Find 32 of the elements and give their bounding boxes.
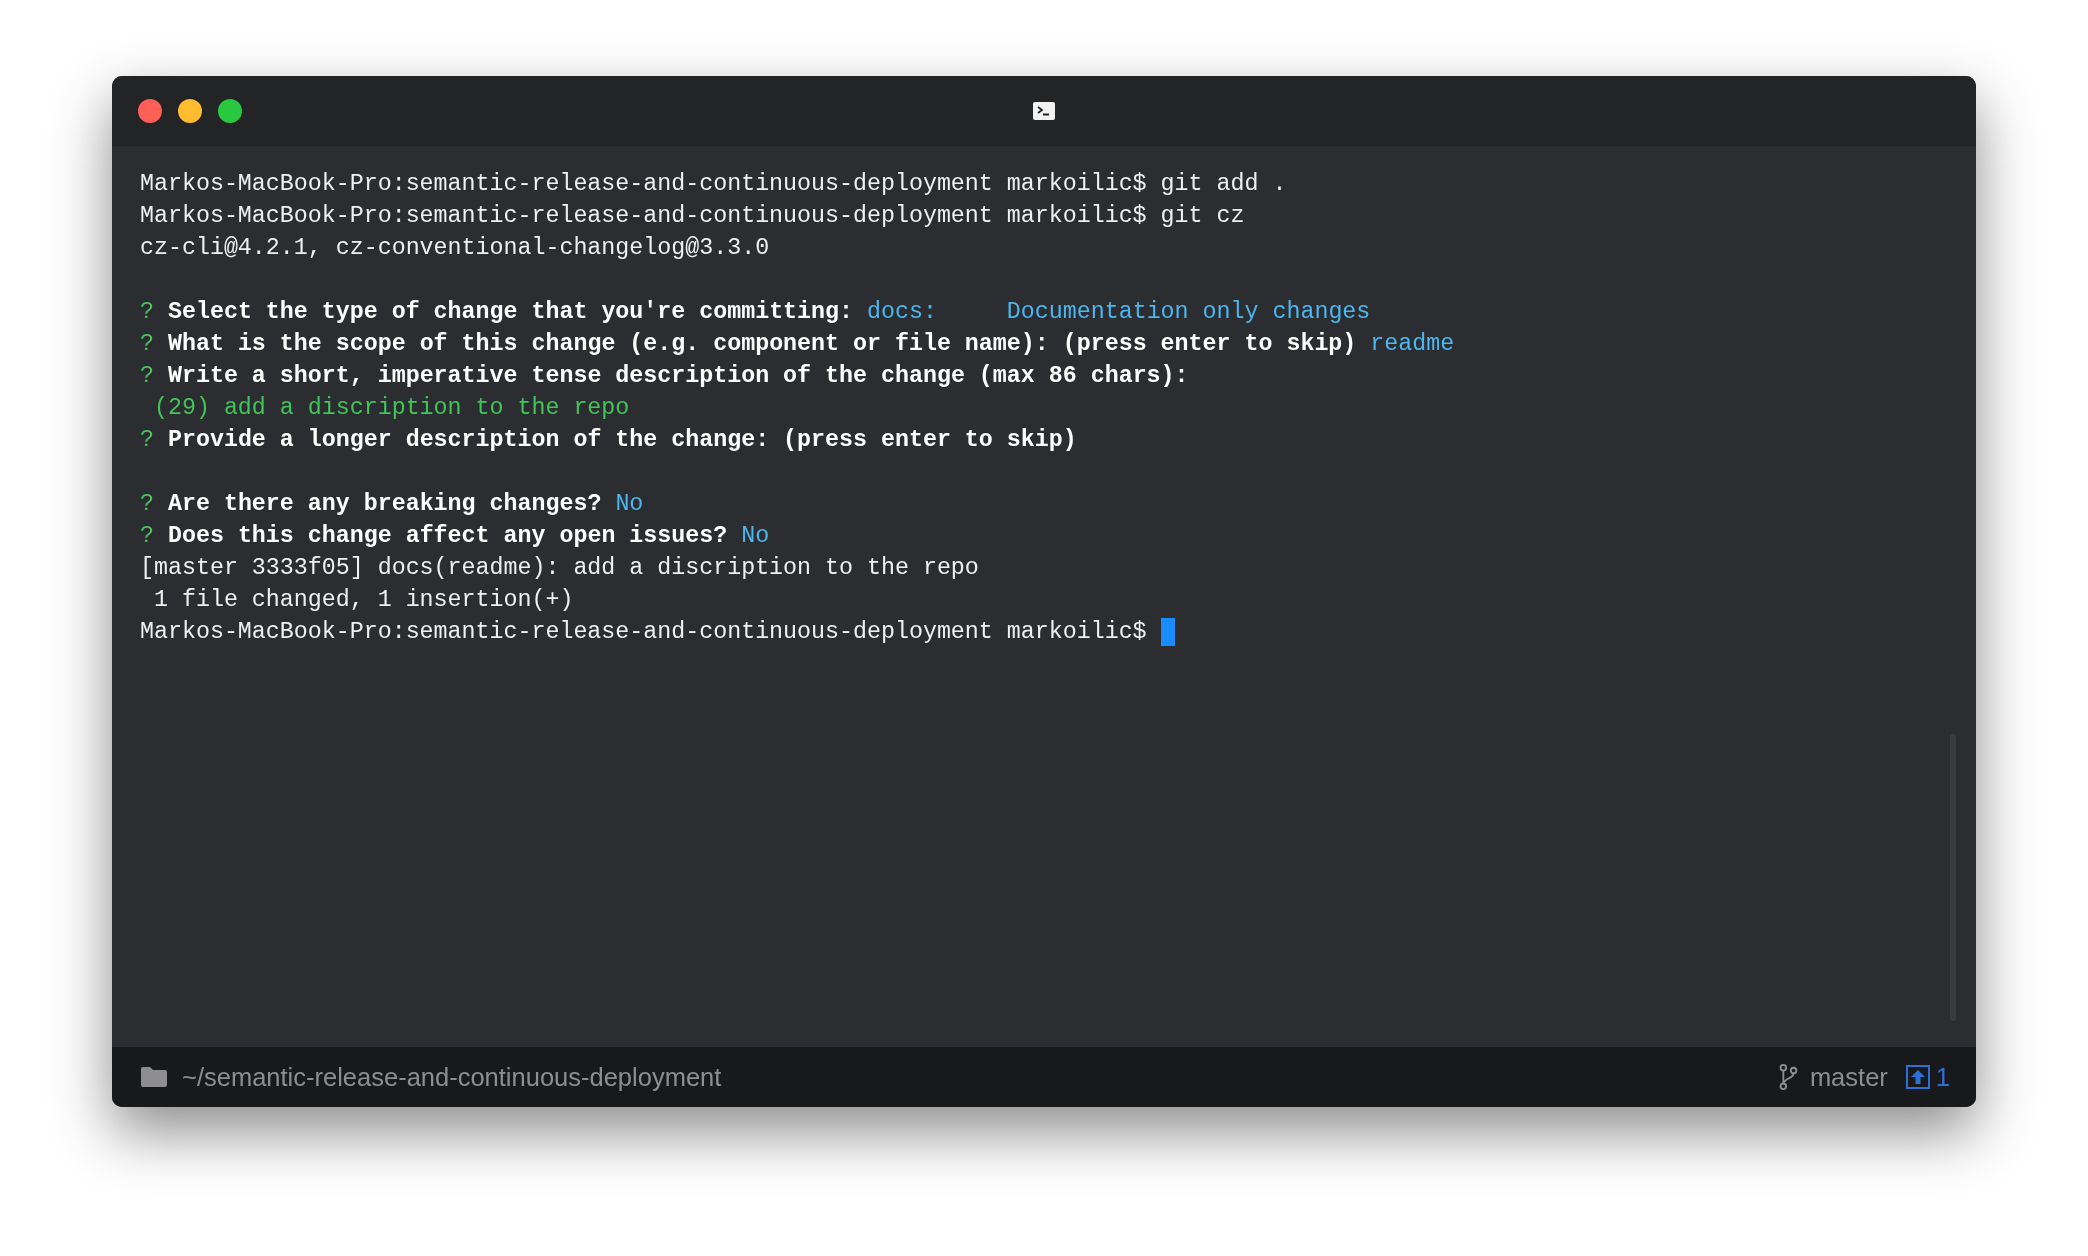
prompt-question: Provide a longer description of the change: (press enter to skip) xyxy=(168,426,1077,455)
branch-name: master xyxy=(1809,1062,1888,1092)
prompt-mark: ? xyxy=(140,426,154,455)
terminal-output: Markos-MacBook-Pro:semantic-release-and-continuous-deployment markoilic$ xyxy=(140,618,1147,647)
terminal-output: Markos-MacBook-Pro:semantic-release-and-continuous-deployment markoilic$ git add . xyxy=(140,170,1287,199)
prompt-mark: ? xyxy=(140,522,154,551)
prompt-question: Does this change affect any open issues? xyxy=(168,522,728,551)
prompt-mark: ? xyxy=(140,362,154,391)
prompt-mark: ? xyxy=(140,490,154,519)
description-answer: (29) add a discription to the repo xyxy=(152,394,630,423)
folder-icon xyxy=(140,1066,168,1088)
prompt-answer: No xyxy=(615,490,644,519)
terminal-output: cz-cli@4.2.1, cz-conventional-changelog@3.3.0 xyxy=(140,234,770,263)
prompt-answer: No xyxy=(741,522,770,551)
prompt-question: What is the scope of this change (e.g. component or file name): (press enter to skip) xyxy=(168,330,1357,359)
prompt-mark: ? xyxy=(140,298,154,327)
prompt-answer: docs: Documentation only changes xyxy=(867,298,1371,327)
terminal-icon xyxy=(1033,102,1055,120)
minimize-button[interactable] xyxy=(178,99,202,123)
prompt-question: Are there any breaking changes? xyxy=(168,490,602,519)
prompt-question: Write a short, imperative tense description of the change (max 86 chars): xyxy=(168,362,1189,391)
prompt-question: Select the type of change that you're committing: xyxy=(168,298,854,327)
close-button[interactable] xyxy=(138,99,162,123)
commits-ahead-count: 1 xyxy=(1935,1062,1950,1092)
terminal-output: 1 file changed, 1 insertion(+) xyxy=(152,586,574,615)
terminal-output: [master 3333f05] docs(readme): add a discription to the repo xyxy=(140,554,979,583)
zoom-button[interactable] xyxy=(218,99,242,123)
terminal-output: Markos-MacBook-Pro:semantic-release-and-continuous-deployment markoilic$ git cz xyxy=(140,202,1245,231)
prompt-mark: ? xyxy=(140,330,154,359)
branch-icon xyxy=(1777,1064,1798,1090)
prompt-answer: readme xyxy=(1370,330,1455,359)
directory-path: ~/semantic-release-and-continuous-deployment xyxy=(182,1062,722,1092)
